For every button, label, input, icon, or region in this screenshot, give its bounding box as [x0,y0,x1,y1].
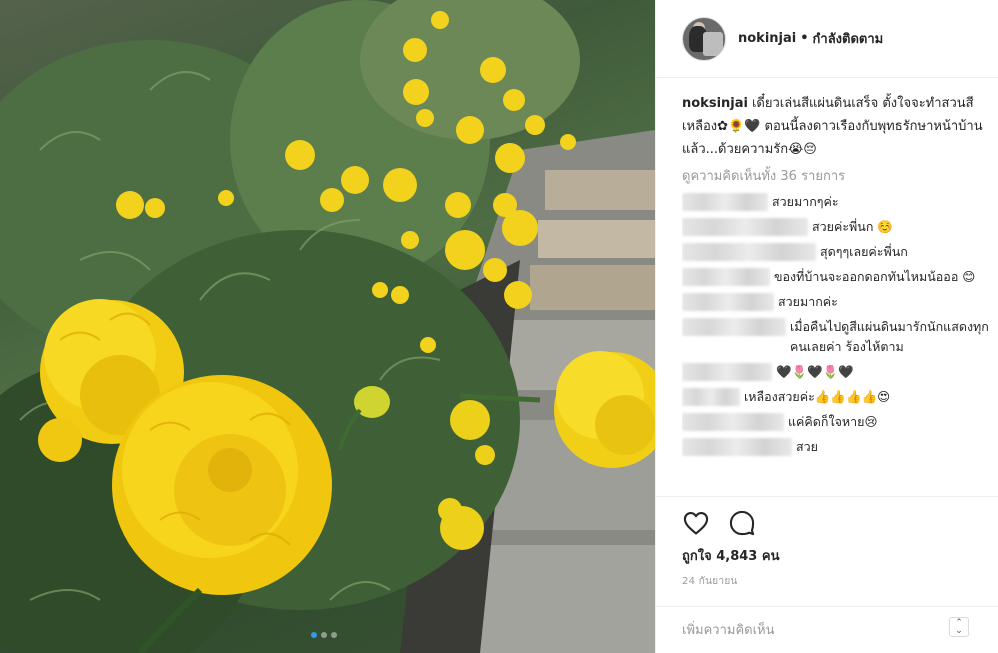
comment-text: ของที่บ้านจะออกดอกทันไหมน้อออ 😊 [774,269,976,284]
comment-item: สวย [682,437,994,457]
header-username[interactable]: nokinjai [738,31,796,46]
redacted-username[interactable] [682,413,784,431]
comment-item: เหลืองสวยค่ะ👍👍👍👍😍 [682,387,994,407]
header-separator: • [800,31,809,46]
comment-text: สวยค่ะพี่นก ☺️ [812,219,893,234]
post-side-panel: nokinjai • กำลังติดตาม noksinjai เดี๋ยวเล… [655,0,998,653]
header-text: nokinjai • กำลังติดตาม [738,28,883,49]
redacted-username[interactable] [682,388,740,406]
comments-list[interactable]: noksinjai เดี๋ยวเล่นสีแผ่นดินเสร็จ ตั้งใจ… [682,92,994,494]
post-actions: ถูกใจ 4,843 คน 24 กันยายน [656,496,998,606]
carousel-dot[interactable] [311,632,317,638]
carousel-indicator[interactable] [311,632,337,638]
comment-text: แค่คิดก็ใจหาย😢 [788,414,878,429]
avatar[interactable] [682,16,726,61]
post-header: nokinjai • กำลังติดตาม [656,0,998,78]
redacted-username[interactable] [682,363,772,381]
redacted-username[interactable] [682,318,786,336]
follow-status-button[interactable]: กำลังติดตาม [813,28,884,49]
view-all-comments-link[interactable]: ดูความคิดเห็นทั้ง 36 รายการ [682,167,994,187]
caption-username[interactable]: noksinjai [682,96,748,111]
likes-count[interactable]: ถูกใจ 4,843 คน [682,545,779,566]
post-caption: noksinjai เดี๋ยวเล่นสีแผ่นดินเสร็จ ตั้งใจ… [682,92,994,161]
post-photo[interactable] [0,0,655,653]
add-comment-bar: ⌃⌄ [656,606,998,653]
comment-item: สวยมากค่ะ [682,292,994,312]
redacted-username[interactable] [682,218,808,236]
add-comment-input[interactable] [682,617,942,643]
comment-item: สวยมากๆค่ะ [682,192,994,212]
comment-item: เมื่อคืนไปดูสีแผ่นดินมารักนักแสดงทุกคนเล… [682,317,994,357]
redacted-username[interactable] [682,438,792,456]
chevron-updown-icon[interactable]: ⌃ ⌄ [949,617,969,637]
comment-item: 🖤🌷🖤🌷🖤 [682,362,994,382]
comment-text: 🖤🌷🖤🌷🖤 [776,364,854,379]
redacted-username[interactable] [682,268,770,286]
heart-icon[interactable] [682,509,710,537]
comment-item: สวยค่ะพี่นก ☺️ [682,217,994,237]
redacted-username[interactable] [682,193,768,211]
comment-text: สวยมากๆค่ะ [772,194,839,209]
comment-text: สวย [796,439,818,454]
comment-text: เหลืองสวยค่ะ👍👍👍👍😍 [744,389,891,404]
action-icons [682,509,756,537]
comment-bubble-icon[interactable] [728,509,756,537]
comment-text: เมื่อคืนไปดูสีแผ่นดินมารักนักแสดงทุกคนเล… [790,319,989,354]
redacted-username[interactable] [682,293,774,311]
redacted-username[interactable] [682,243,816,261]
comment-item: แค่คิดก็ใจหาย😢 [682,412,994,432]
carousel-dot[interactable] [331,632,337,638]
post-date[interactable]: 24 กันยายน [682,574,738,589]
marigold-image [0,0,655,653]
comment-item: ของที่บ้านจะออกดอกทันไหมน้อออ 😊 [682,267,994,287]
comment-text: สวยมากค่ะ [778,294,838,309]
comment-item: สุดๆๆเลยค่ะพี่นก [682,242,994,262]
comment-text: สุดๆๆเลยค่ะพี่นก [820,244,908,259]
carousel-dot[interactable] [321,632,327,638]
